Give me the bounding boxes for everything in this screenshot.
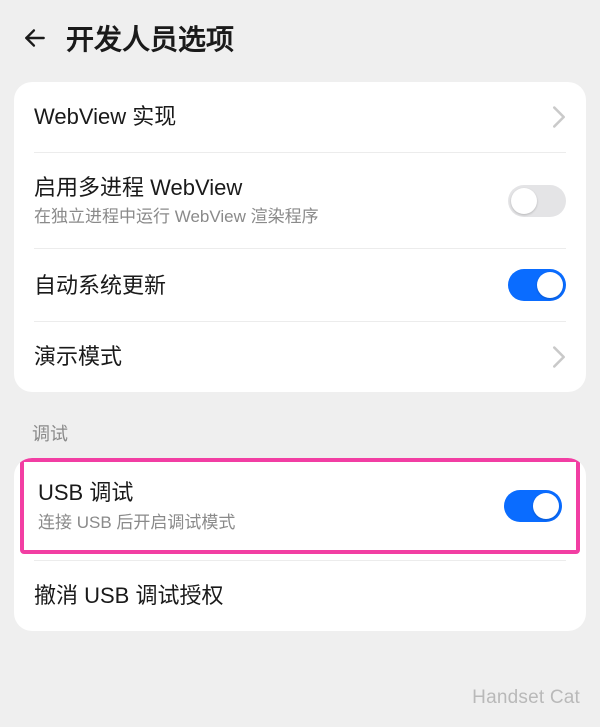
chevron-right-icon [552,346,566,368]
page-title: 开发人员选项 [66,18,234,58]
settings-card-general: WebView 实现 启用多进程 WebView 在独立进程中运行 WebVie… [14,82,586,392]
row-accessory [552,106,566,128]
row-content: 演示模式 [34,342,540,372]
toggle-auto-system-update[interactable] [508,269,566,301]
chevron-right-icon [552,106,566,128]
page-header: 开发人员选项 [0,0,600,68]
row-title: 启用多进程 WebView [34,173,496,203]
row-title: 演示模式 [34,342,540,372]
toggle-knob [537,272,563,298]
toggle-multi-process-webview[interactable] [508,185,566,217]
row-content: WebView 实现 [34,102,540,132]
row-subtitle: 在独立进程中运行 WebView 渲染程序 [34,206,496,228]
section-label-debug: 调试 [0,392,600,452]
settings-card-debug: USB 调试 连接 USB 后开启调试模式 撤消 USB 调试授权 [14,458,586,630]
row-content: USB 调试 连接 USB 后开启调试模式 [38,478,492,534]
row-title: USB 调试 [38,478,492,508]
row-subtitle: 连接 USB 后开启调试模式 [38,512,492,534]
row-usb-debugging[interactable]: USB 调试 连接 USB 后开启调试模式 [24,462,576,550]
row-auto-system-update[interactable]: 自动系统更新 [14,249,586,321]
row-content: 启用多进程 WebView 在独立进程中运行 WebView 渲染程序 [34,173,496,229]
watermark: Handset Cat [472,687,580,709]
back-button[interactable] [20,23,50,53]
row-revoke-usb-auth[interactable]: 撤消 USB 调试授权 [14,561,586,631]
toggle-knob [533,493,559,519]
row-accessory [552,346,566,368]
toggle-usb-debugging[interactable] [504,490,562,522]
row-multi-process-webview[interactable]: 启用多进程 WebView 在独立进程中运行 WebView 渲染程序 [14,153,586,249]
row-webview-implementation[interactable]: WebView 实现 [14,82,586,152]
row-content: 自动系统更新 [34,271,496,301]
row-title: 自动系统更新 [34,271,496,301]
row-content: 撤消 USB 调试授权 [34,581,566,611]
highlight-usb-debugging: USB 调试 连接 USB 后开启调试模式 [20,458,580,554]
row-accessory [508,185,566,217]
row-accessory [508,269,566,301]
toggle-knob [511,188,537,214]
row-demo-mode[interactable]: 演示模式 [14,322,586,392]
row-accessory [504,490,562,522]
row-title: WebView 实现 [34,102,540,132]
back-arrow-icon [22,25,48,51]
row-title: 撤消 USB 调试授权 [34,581,566,611]
